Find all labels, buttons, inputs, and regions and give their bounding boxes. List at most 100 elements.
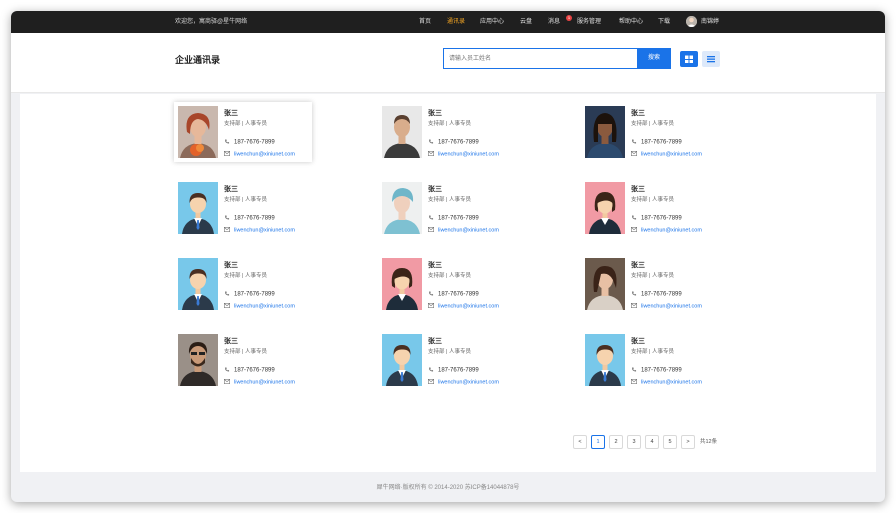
contact-email[interactable]: liwenchun@xiniunet.com: [428, 379, 499, 386]
next-page-button[interactable]: >: [681, 435, 695, 449]
contact-email[interactable]: liwenchun@xiniunet.com: [428, 151, 499, 158]
contact-name: 张三: [224, 110, 238, 117]
phone-icon: [632, 139, 637, 144]
contact-card[interactable]: 张三 支持部 | 人事专员 187-7676-7899 liwenchun@xiniu…: [174, 178, 312, 238]
contact-name: 张三: [428, 186, 442, 193]
contact-email-address: liwenchun@xiniunet.com: [234, 227, 295, 234]
nav-item-help-center[interactable]: 帮助中心: [619, 11, 643, 33]
contact-name: 张三: [631, 262, 645, 269]
contact-phone[interactable]: 187-7676-7899: [224, 291, 275, 298]
mail-icon: [631, 151, 637, 156]
contact-email-address: liwenchun@xiniunet.com: [234, 151, 295, 158]
contact-name: 张三: [428, 338, 442, 345]
message-count-badge: 1: [566, 15, 572, 21]
contact-card[interactable]: 张三 支持部 | 人事专员 187-7676-7899 liwenchun@xiniu…: [581, 102, 719, 162]
user-avatar: [686, 16, 697, 27]
phone-icon: [632, 291, 637, 296]
footer-copyright: 犀牛网络·版权所有 © 2014-2020 苏ICP备14044878号: [376, 485, 520, 491]
contact-phone[interactable]: 187-7676-7899: [428, 215, 479, 222]
phone-icon: [429, 215, 434, 220]
contact-card[interactable]: 张三支持部 | 人事专员 187-7676-7899 liwenchun@xiniu…: [174, 102, 312, 162]
page-button-5[interactable]: 5: [663, 435, 677, 449]
nav-item-download[interactable]: 下载: [658, 11, 670, 33]
nav-item-messages[interactable]: 消息 1: [548, 11, 572, 33]
contact-phone-number: 187-7676-7899: [234, 367, 275, 374]
contact-department: 支持部 | 人事专员: [224, 197, 267, 203]
list-view-icon: [707, 56, 715, 63]
phone-icon: [225, 139, 230, 144]
contact-phone[interactable]: 187-7676-7899: [631, 139, 682, 146]
contact-phone[interactable]: 187-7676-7899: [428, 139, 479, 146]
contact-avatar: [585, 106, 625, 158]
contact-avatar: [585, 182, 625, 234]
contact-phone[interactable]: 187-7676-7899: [631, 215, 682, 222]
contact-department: 支持部 | 人事专员: [224, 273, 267, 279]
contact-card[interactable]: 张三支持部 | 人事专员 187-7676-7899 liwenchun@xiniu…: [581, 178, 719, 238]
contact-avatar: [178, 334, 218, 386]
contact-card[interactable]: 张三 支持部 | 人事专员 187-7676-7899 liwenchun@xiniu…: [378, 178, 516, 238]
list-view-button[interactable]: [702, 51, 720, 67]
nav-item-app-center[interactable]: 应用中心: [480, 11, 504, 33]
contact-phone[interactable]: 187-7676-7899: [631, 367, 682, 374]
contact-name: 张三: [428, 110, 442, 117]
mail-icon: [631, 303, 637, 308]
nav-item-contacts[interactable]: 通讯录: [447, 11, 465, 33]
employee-search-input[interactable]: [443, 48, 637, 69]
contact-phone[interactable]: 187-7676-7899: [428, 291, 479, 298]
page-button-1[interactable]: 1: [591, 435, 605, 449]
contact-phone-number: 187-7676-7899: [641, 291, 682, 298]
grid-view-button[interactable]: [680, 51, 698, 67]
phone-icon: [632, 367, 637, 372]
contact-phone-number: 187-7676-7899: [438, 367, 479, 374]
nav-item-cloud-drive[interactable]: 云盘: [520, 11, 532, 33]
contact-email[interactable]: liwenchun@xiniunet.com: [428, 227, 499, 234]
contact-department: 支持部 | 人事专员: [631, 273, 674, 279]
contact-email[interactable]: liwenchun@xiniunet.com: [224, 227, 295, 234]
contact-name: 张三: [631, 186, 645, 193]
contact-email-address: liwenchun@xiniunet.com: [438, 303, 499, 310]
phone-icon: [429, 291, 434, 296]
nav-item-service-management[interactable]: 服务管理: [577, 11, 601, 33]
contact-card[interactable]: 张三 支持部 | 人事专员 187-7676-7899 liwenchun@xiniu…: [378, 254, 516, 314]
contact-email-address: liwenchun@xiniunet.com: [641, 227, 702, 234]
contact-email[interactable]: liwenchun@xiniunet.com: [631, 379, 702, 386]
contact-card[interactable]: 张三 支持部 | 人事专员 187-7676-7899 liwenchun@xiniu…: [378, 330, 516, 390]
contact-phone[interactable]: 187-7676-7899: [224, 215, 275, 222]
contact-card[interactable]: 张三 支持部 | 人事专员 187-7676-7899 liwenchun@xiniu…: [581, 330, 719, 390]
contact-avatar: [178, 258, 218, 310]
contact-card[interactable]: 张三 支持部 | 人事专员 187-7676-7899 liwenchun@xiniu…: [174, 330, 312, 390]
search-button[interactable]: 搜索: [637, 48, 671, 69]
contact-avatar: [585, 334, 625, 386]
page-button-4[interactable]: 4: [645, 435, 659, 449]
contact-department: 支持部 | 人事专员: [224, 121, 267, 127]
contact-card[interactable]: 张三支持部 | 人事专员 187-7676-7899 liwenchun@xiniu…: [581, 254, 719, 314]
contact-phone-number: 187-7676-7899: [438, 215, 479, 222]
contact-department: 支持部 | 人事专员: [631, 197, 674, 203]
contact-email[interactable]: liwenchun@xiniunet.com: [224, 303, 295, 310]
contact-card[interactable]: 张三 支持部 | 人事专员 187-7676-7899 liwenchun@xiniu…: [378, 102, 516, 162]
contact-email[interactable]: liwenchun@xiniunet.com: [631, 227, 702, 234]
mail-icon: [428, 303, 434, 308]
contact-phone[interactable]: 187-7676-7899: [631, 291, 682, 298]
nav-item-home[interactable]: 首页: [419, 11, 431, 33]
contact-phone[interactable]: 187-7676-7899: [224, 139, 275, 146]
contact-phone[interactable]: 187-7676-7899: [224, 367, 275, 374]
contact-avatar: [178, 182, 218, 234]
contact-department: 支持部 | 人事专员: [631, 121, 674, 127]
contact-card[interactable]: 张三 支持部 | 人事专员 187-7676-7899 liwenchun@xiniu…: [174, 254, 312, 314]
contact-email[interactable]: liwenchun@xiniunet.com: [631, 151, 702, 158]
contact-email[interactable]: liwenchun@xiniunet.com: [631, 303, 702, 310]
contact-phone[interactable]: 187-7676-7899: [428, 367, 479, 374]
prev-page-button[interactable]: <: [573, 435, 587, 449]
contact-email[interactable]: liwenchun@xiniunet.com: [224, 379, 295, 386]
contact-phone-number: 187-7676-7899: [234, 291, 275, 298]
contact-email[interactable]: liwenchun@xiniunet.com: [428, 303, 499, 310]
top-navigation-bar: 欢迎您，寓商驿@星牛网络 首页 通讯录 应用中心 云盘 消息 1 服务管理 帮助…: [11, 11, 885, 33]
contact-email-address: liwenchun@xiniunet.com: [438, 151, 499, 158]
contact-grid: 张三 支持部 | 人事专员 187-7676-7899 liwenchun@xiniu…: [20, 94, 876, 472]
page-button-3[interactable]: 3: [627, 435, 641, 449]
contact-avatar: [382, 258, 422, 310]
contact-avatar: [178, 106, 218, 158]
contact-email[interactable]: liwenchun@xiniunet.com: [224, 151, 295, 158]
page-button-2[interactable]: 2: [609, 435, 623, 449]
